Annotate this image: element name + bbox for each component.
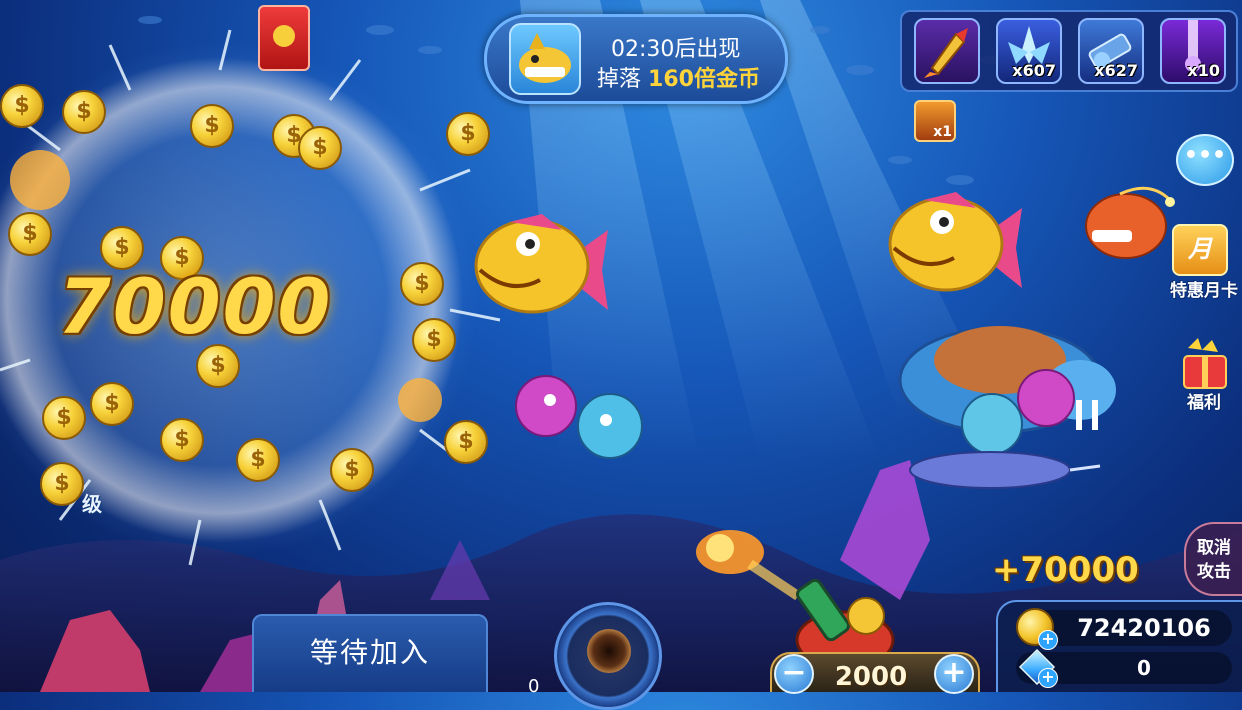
- empty-cannon-slot: [554, 602, 662, 710]
- drop-value: 160倍金币: [648, 67, 760, 92]
- welfare-label[interactable]: 福利: [1166, 388, 1242, 413]
- chat-button[interactable]: •••: [1176, 134, 1234, 186]
- boss-countdown: 02:30后出现: [611, 31, 740, 63]
- gold-coin: $: [90, 382, 134, 426]
- skill-lock-button[interactable]: x627: [1078, 18, 1144, 84]
- coin-balance-row[interactable]: + 72420106: [1016, 608, 1232, 650]
- puffer-fish-group: [515, 375, 643, 459]
- gold-coin: $: [42, 396, 86, 440]
- red-envelope-button[interactable]: [258, 5, 310, 71]
- cannon-barrel-icon: [587, 629, 631, 673]
- skill-count: x607: [1012, 61, 1056, 80]
- gold-coin: $: [400, 262, 444, 306]
- monthly-card-icon: 月: [1188, 235, 1212, 263]
- yellow-piranha-fish: [888, 192, 1022, 292]
- cancel-attack-button[interactable]: 取消 攻击: [1184, 522, 1242, 596]
- coin-balance: 72420106: [1077, 614, 1211, 642]
- drop-prefix: 掉落: [597, 67, 642, 92]
- bet-value: 2000: [834, 662, 908, 692]
- shark-boss-icon: [509, 23, 581, 95]
- skill-freeze-button[interactable]: x607: [996, 18, 1062, 84]
- add-gems-icon[interactable]: +: [1038, 668, 1058, 688]
- gold-coin: $: [40, 462, 84, 506]
- swordfish: [909, 451, 1101, 489]
- boss-drop: 掉落 160倍金币: [597, 61, 760, 93]
- increase-bet-button[interactable]: +: [934, 654, 974, 694]
- monthly-card-label[interactable]: 特惠月卡: [1166, 276, 1242, 301]
- skill-laser-button[interactable]: x10: [1160, 18, 1226, 84]
- wait-join-button[interactable]: 等待加入: [252, 614, 488, 692]
- gold-coin: $: [444, 420, 488, 464]
- countdown-suffix: 后出现: [674, 37, 741, 62]
- big-win-amount: 70000: [58, 262, 333, 351]
- gem-balance: 0: [1137, 656, 1151, 680]
- anglerfish: [1085, 186, 1175, 259]
- decrease-bet-button[interactable]: −: [774, 654, 814, 694]
- gift-icon[interactable]: [1178, 338, 1232, 390]
- gold-coin: $: [62, 90, 106, 134]
- shark-boss-icon-shape: [519, 33, 571, 83]
- chat-bubble-icon: •••: [1183, 143, 1227, 168]
- skill-missile-button[interactable]: [914, 18, 980, 84]
- missile-icon: [924, 28, 968, 78]
- red-envelope-icon: [273, 25, 295, 47]
- gold-coin: $: [0, 84, 44, 128]
- gold-coin: $: [412, 318, 456, 362]
- left-player-bet: 0: [528, 676, 540, 697]
- monthly-card-button[interactable]: 月: [1172, 224, 1228, 276]
- buff-icon: x1: [914, 100, 956, 142]
- yellow-piranha-fish: [474, 214, 608, 314]
- skill-bar: x607 x627 x10: [900, 10, 1238, 92]
- boss-timer-banner: 02:30后出现 掉落 160倍金币: [484, 14, 788, 104]
- cancel-attack-line1: 取消: [1197, 538, 1231, 558]
- level-label: 级: [82, 492, 102, 516]
- gold-coin: $: [298, 126, 342, 170]
- gold-coin: $: [446, 112, 490, 156]
- skill-count: x10: [1187, 61, 1220, 80]
- gold-coin: $: [160, 418, 204, 462]
- win-amount-popup: +70000: [992, 550, 1139, 590]
- gold-coin: $: [190, 104, 234, 148]
- wallet-panel: + 72420106 + 0: [996, 600, 1242, 692]
- buff-count: x1: [933, 124, 952, 140]
- gem-balance-row[interactable]: + 0: [1016, 648, 1232, 688]
- add-coins-icon[interactable]: +: [1038, 630, 1058, 650]
- countdown-time: 02:30: [611, 37, 675, 62]
- gold-coin: $: [236, 438, 280, 482]
- gold-coin: $: [8, 212, 52, 256]
- skill-count: x627: [1094, 61, 1138, 80]
- cancel-attack-line2: 攻击: [1197, 562, 1231, 582]
- gold-coin: $: [330, 448, 374, 492]
